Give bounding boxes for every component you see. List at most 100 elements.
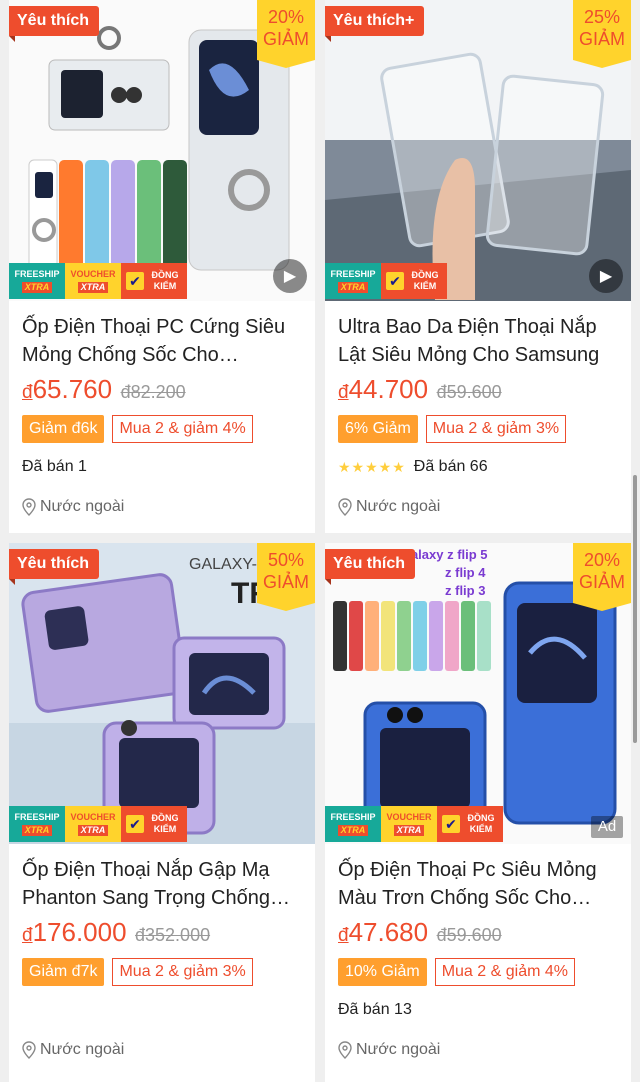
discount-percent: 20% xyxy=(267,7,305,27)
shop-discount-tag: 6% Giảm xyxy=(338,415,418,443)
price-value: 47.680 xyxy=(348,917,429,947)
location-pin-icon xyxy=(338,1041,352,1059)
currency-symbol: đ xyxy=(338,382,349,403)
shop-discount-tag: 10% Giảm xyxy=(338,958,427,986)
price: đ44.700 xyxy=(338,374,428,404)
location: Nước ngoài xyxy=(22,498,124,516)
location-pin-icon xyxy=(338,498,352,516)
freeship-label: FREESHIP xyxy=(330,269,376,279)
freeship-label: FREESHIP xyxy=(14,812,60,822)
check-icon: ✔ xyxy=(442,815,460,833)
price-row: đ176.000 đ352.000 xyxy=(22,917,210,948)
price-value: 44.700 xyxy=(348,374,429,404)
sold-row: Đã bán 1 xyxy=(22,458,87,476)
discount-word: GIẢM xyxy=(262,572,309,592)
shop-discount-tag: Giảm đ6k xyxy=(22,415,105,443)
original-price: đ59.600 xyxy=(436,925,502,945)
discount-badge: 20% GIẢM xyxy=(573,543,631,611)
promo-badges: FREESHIP XTRA VOUCHER XTRA ✔ ĐỒNG KIỂM xyxy=(9,263,187,299)
location: Nước ngoài xyxy=(338,1041,440,1059)
voucher-xtra-badge: VOUCHER XTRA xyxy=(65,263,121,299)
location-text: Nước ngoài xyxy=(356,498,441,515)
product-card[interactable]: GALAXY-Z TR Yêu thích 50% GIẢM FREESHIP xyxy=(9,543,315,1082)
dong-kiem-label: ĐỒNG KIỂM xyxy=(151,270,179,291)
play-video-icon[interactable]: ▶ xyxy=(273,259,307,293)
promo-badges: FREESHIP XTRA ✔ ĐỒNG KIỂM xyxy=(325,263,447,299)
product-image[interactable]: galaxy z flip 5 z flip 4 z flip 3 Yêu th… xyxy=(325,543,631,844)
sold-count: Đã bán 1 xyxy=(22,458,87,475)
original-price: đ82.200 xyxy=(120,382,186,402)
shop-discount-tag: Giảm đ7k xyxy=(22,958,105,986)
xtra-label: XTRA xyxy=(21,825,53,836)
product-image[interactable]: GALAXY-Z TR Yêu thích 50% GIẢM FREESHIP xyxy=(9,543,315,844)
scrollbar[interactable] xyxy=(633,475,637,743)
promo-row: Giảm đ7k Mua 2 & giảm 3% xyxy=(22,958,253,986)
product-title[interactable]: Ultra Bao Da Điện Thoại Nắp Lật Siêu Mỏn… xyxy=(338,313,620,369)
image-model-line-1: galaxy z flip 5 xyxy=(403,547,488,562)
currency-symbol: đ xyxy=(22,925,33,946)
freeship-xtra-badge: FREESHIP XTRA xyxy=(9,806,65,842)
promo-badges: FREESHIP XTRA VOUCHER XTRA ✔ ĐỒNG KIỂM xyxy=(9,806,187,842)
image-model-line-2: z flip 4 xyxy=(445,565,486,580)
discount-word: GIẢM xyxy=(262,29,309,49)
currency-symbol: đ xyxy=(22,382,33,403)
discount-percent: 50% xyxy=(267,550,305,570)
product-image[interactable]: Yêu thích+ 25% GIẢM FREESHIP XTRA ✔ ĐỒNG… xyxy=(325,0,631,301)
location: Nước ngoài xyxy=(338,498,440,516)
discount-word: GIẢM xyxy=(578,29,625,49)
product-card[interactable]: Yêu thích 20% GIẢM FREESHIP XTRA VOUCHER… xyxy=(9,0,315,533)
bundle-deal-tag: Mua 2 & giảm 4% xyxy=(434,958,575,986)
discount-word: GIẢM xyxy=(578,572,625,592)
price-value: 65.760 xyxy=(32,374,113,404)
voucher-xtra-badge: VOUCHER XTRA xyxy=(381,806,437,842)
xtra-label: XTRA xyxy=(77,825,109,836)
voucher-xtra-badge: VOUCHER XTRA xyxy=(65,806,121,842)
product-image[interactable]: Yêu thích 20% GIẢM FREESHIP XTRA VOUCHER… xyxy=(9,0,315,301)
voucher-label: VOUCHER xyxy=(70,269,116,279)
image-brand-text: GALAXY-Z xyxy=(189,556,267,573)
price-row: đ65.760 đ82.200 xyxy=(22,374,186,405)
price: đ65.760 xyxy=(22,374,112,404)
location-text: Nước ngoài xyxy=(40,1041,125,1058)
bundle-deal-tag: Mua 2 & giảm 3% xyxy=(112,958,253,986)
product-title[interactable]: Ốp Điện Thoại Nắp Gập Mạ Phanton Sang Tr… xyxy=(22,856,304,912)
product-card[interactable]: Yêu thích+ 25% GIẢM FREESHIP XTRA ✔ ĐỒNG… xyxy=(325,0,631,533)
product-title[interactable]: Ốp Điện Thoại Pc Siêu Mỏng Màu Trơn Chốn… xyxy=(338,856,620,912)
check-icon: ✔ xyxy=(386,272,404,290)
location: Nước ngoài xyxy=(22,1041,124,1059)
discount-badge: 20% GIẢM xyxy=(257,0,315,68)
xtra-label: XTRA xyxy=(77,282,109,293)
rating-stars: ★★★★★ xyxy=(338,458,406,475)
ad-label: Ad xyxy=(591,816,623,838)
favorite-plus-tag: Yêu thích+ xyxy=(325,6,425,42)
price-row: đ47.680 đ59.600 xyxy=(338,917,502,948)
promo-badges: FREESHIP XTRA VOUCHER XTRA ✔ ĐỒNG KIỂM xyxy=(325,806,503,842)
bundle-deal-tag: Mua 2 & giảm 4% xyxy=(112,415,253,443)
price-row: đ44.700 đ59.600 xyxy=(338,374,502,405)
sold-count: Đã bán 13 xyxy=(338,1001,412,1018)
product-title[interactable]: Ốp Điện Thoại PC Cứng Siêu Mỏng Chống Số… xyxy=(22,313,304,369)
dong-kiem-label: ĐỒNG KIỂM xyxy=(411,270,439,291)
dong-kiem-badge: ✔ ĐỒNG KIỂM xyxy=(121,806,187,842)
play-video-icon[interactable]: ▶ xyxy=(589,259,623,293)
sold-row: Đã bán 13 xyxy=(338,1001,412,1019)
promo-row: Giảm đ6k Mua 2 & giảm 4% xyxy=(22,415,253,443)
sold-row: ★★★★★ Đã bán 66 xyxy=(338,458,488,476)
voucher-label: VOUCHER xyxy=(70,812,116,822)
location-pin-icon xyxy=(22,498,36,516)
location-text: Nước ngoài xyxy=(356,1041,441,1058)
price: đ176.000 xyxy=(22,917,127,947)
product-card[interactable]: galaxy z flip 5 z flip 4 z flip 3 Yêu th… xyxy=(325,543,631,1082)
favorite-tag: Yêu thích xyxy=(325,549,416,585)
dong-kiem-label: ĐỒNG KIỂM xyxy=(151,813,179,834)
freeship-xtra-badge: FREESHIP XTRA xyxy=(325,263,381,299)
dong-kiem-badge: ✔ ĐỒNG KIỂM xyxy=(381,263,447,299)
price: đ47.680 xyxy=(338,917,428,947)
promo-row: 10% Giảm Mua 2 & giảm 4% xyxy=(338,958,575,986)
image-model-line-3: z flip 3 xyxy=(445,583,485,598)
freeship-xtra-badge: FREESHIP XTRA xyxy=(9,263,65,299)
promo-row: 6% Giảm Mua 2 & giảm 3% xyxy=(338,415,567,443)
voucher-label: VOUCHER xyxy=(386,812,432,822)
discount-badge: 50% GIẢM xyxy=(257,543,315,611)
original-price: đ59.600 xyxy=(436,382,502,402)
